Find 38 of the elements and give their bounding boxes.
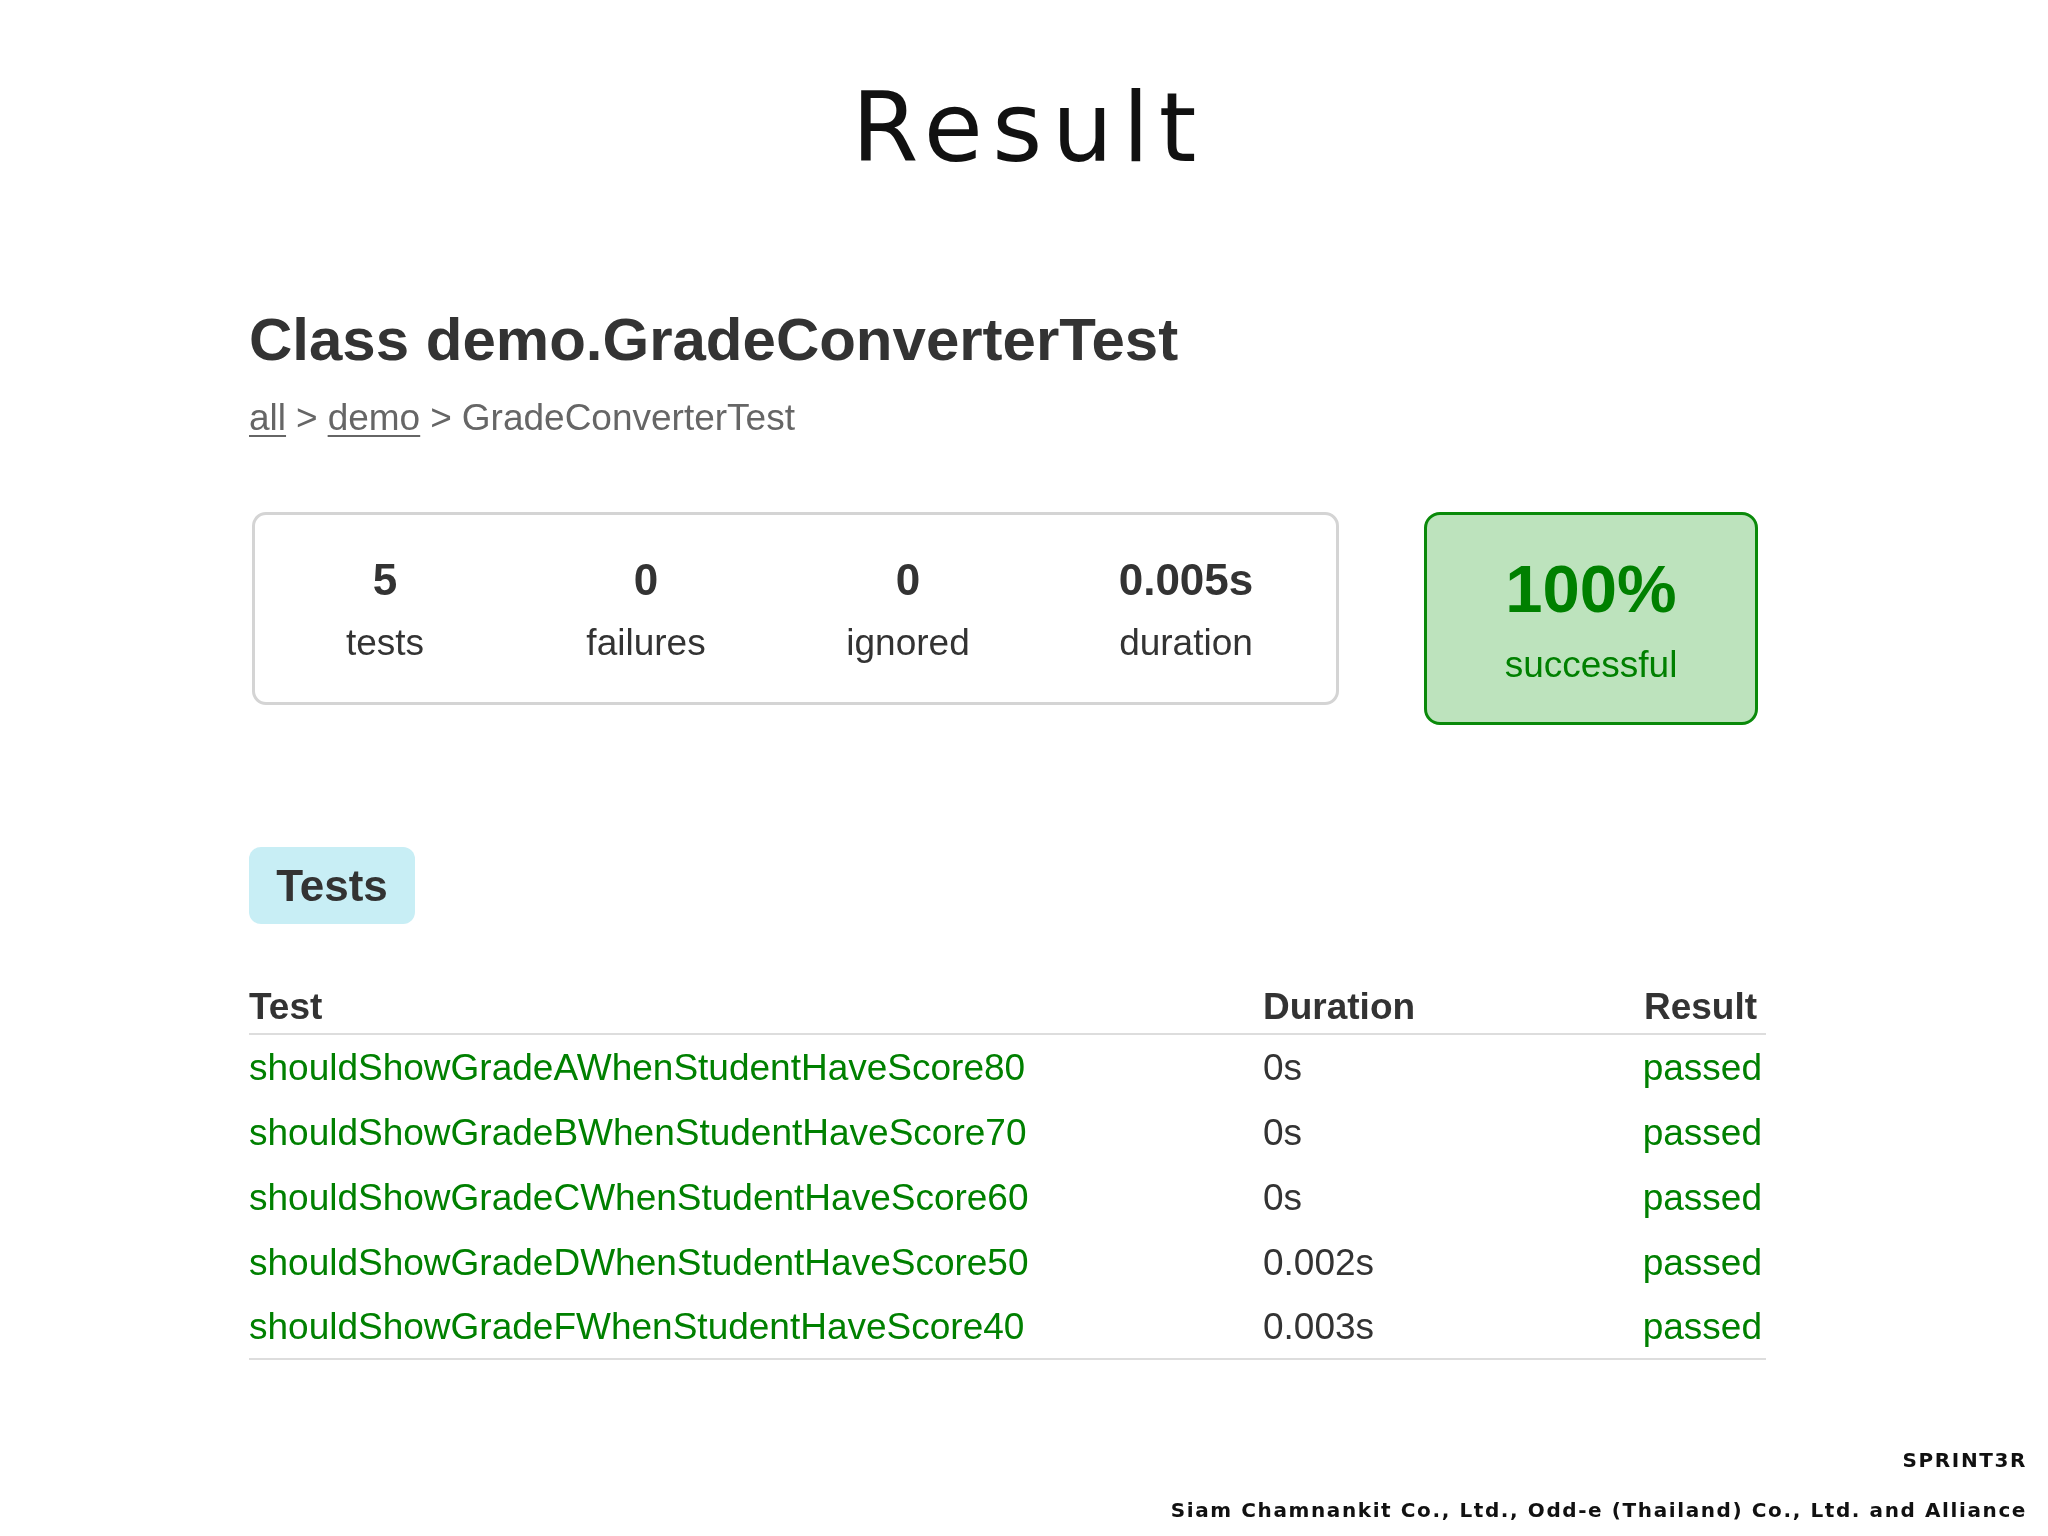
counter-value: 0.005s [1118, 554, 1254, 606]
brand-text: SPRINT3R [1902, 1448, 2027, 1473]
counter-value: 0 [895, 554, 921, 606]
test-name-cell: shouldShowGradeDWhenStudentHaveScore50 [249, 1240, 1029, 1285]
test-name-cell: shouldShowGradeFWhenStudentHaveScore40 [249, 1304, 1025, 1349]
breadcrumb-link[interactable]: demo [327, 396, 421, 440]
test-name-cell: shouldShowGradeCWhenStudentHaveScore60 [249, 1175, 1029, 1220]
class-heading: Class demo.GradeConverterTest [249, 305, 1179, 375]
result-cell: passed [1642, 1110, 1762, 1155]
success-rate-label: successful [1504, 643, 1678, 687]
duration-cell: 0.002s [1263, 1240, 1375, 1285]
column-header: Test [249, 979, 1263, 1035]
duration-cell: 0s [1263, 1110, 1303, 1155]
breadcrumb-separator: > [296, 396, 318, 440]
result-cell: passed [1642, 1045, 1762, 1090]
result-cell: passed [1642, 1175, 1762, 1220]
test-name-cell: shouldShowGradeBWhenStudentHaveScore70 [249, 1110, 1027, 1155]
duration-cell: 0s [1263, 1045, 1303, 1090]
credit-text: Siam Chamnankit Co., Ltd., Odd-e (Thailand) Co., Ltd. and Alliance [1170, 1498, 2027, 1523]
column-header: Result [1506, 979, 1766, 1035]
counter-value: 0 [633, 554, 659, 606]
breadcrumb-current: GradeConverterTest [461, 396, 795, 440]
slide-title: Result [850, 80, 1206, 176]
counter-label: failures [586, 621, 706, 665]
breadcrumb-link[interactable]: all [249, 396, 287, 440]
test-name-cell: shouldShowGradeAWhenStudentHaveScore80 [249, 1045, 1026, 1090]
result-cell: passed [1642, 1304, 1762, 1349]
counter-label: ignored [846, 621, 970, 665]
breadcrumb-separator: > [430, 396, 452, 440]
counter-label: duration [1119, 621, 1253, 665]
counter-label: tests [345, 621, 425, 665]
duration-cell: 0s [1263, 1175, 1303, 1220]
success-rate-value: 100% [1505, 551, 1677, 627]
result-cell: passed [1642, 1240, 1762, 1285]
counter-value: 5 [372, 554, 398, 606]
tests-tab[interactable]: Tests [249, 847, 415, 924]
column-header: Duration [1263, 979, 1506, 1035]
duration-cell: 0.003s [1263, 1304, 1375, 1349]
